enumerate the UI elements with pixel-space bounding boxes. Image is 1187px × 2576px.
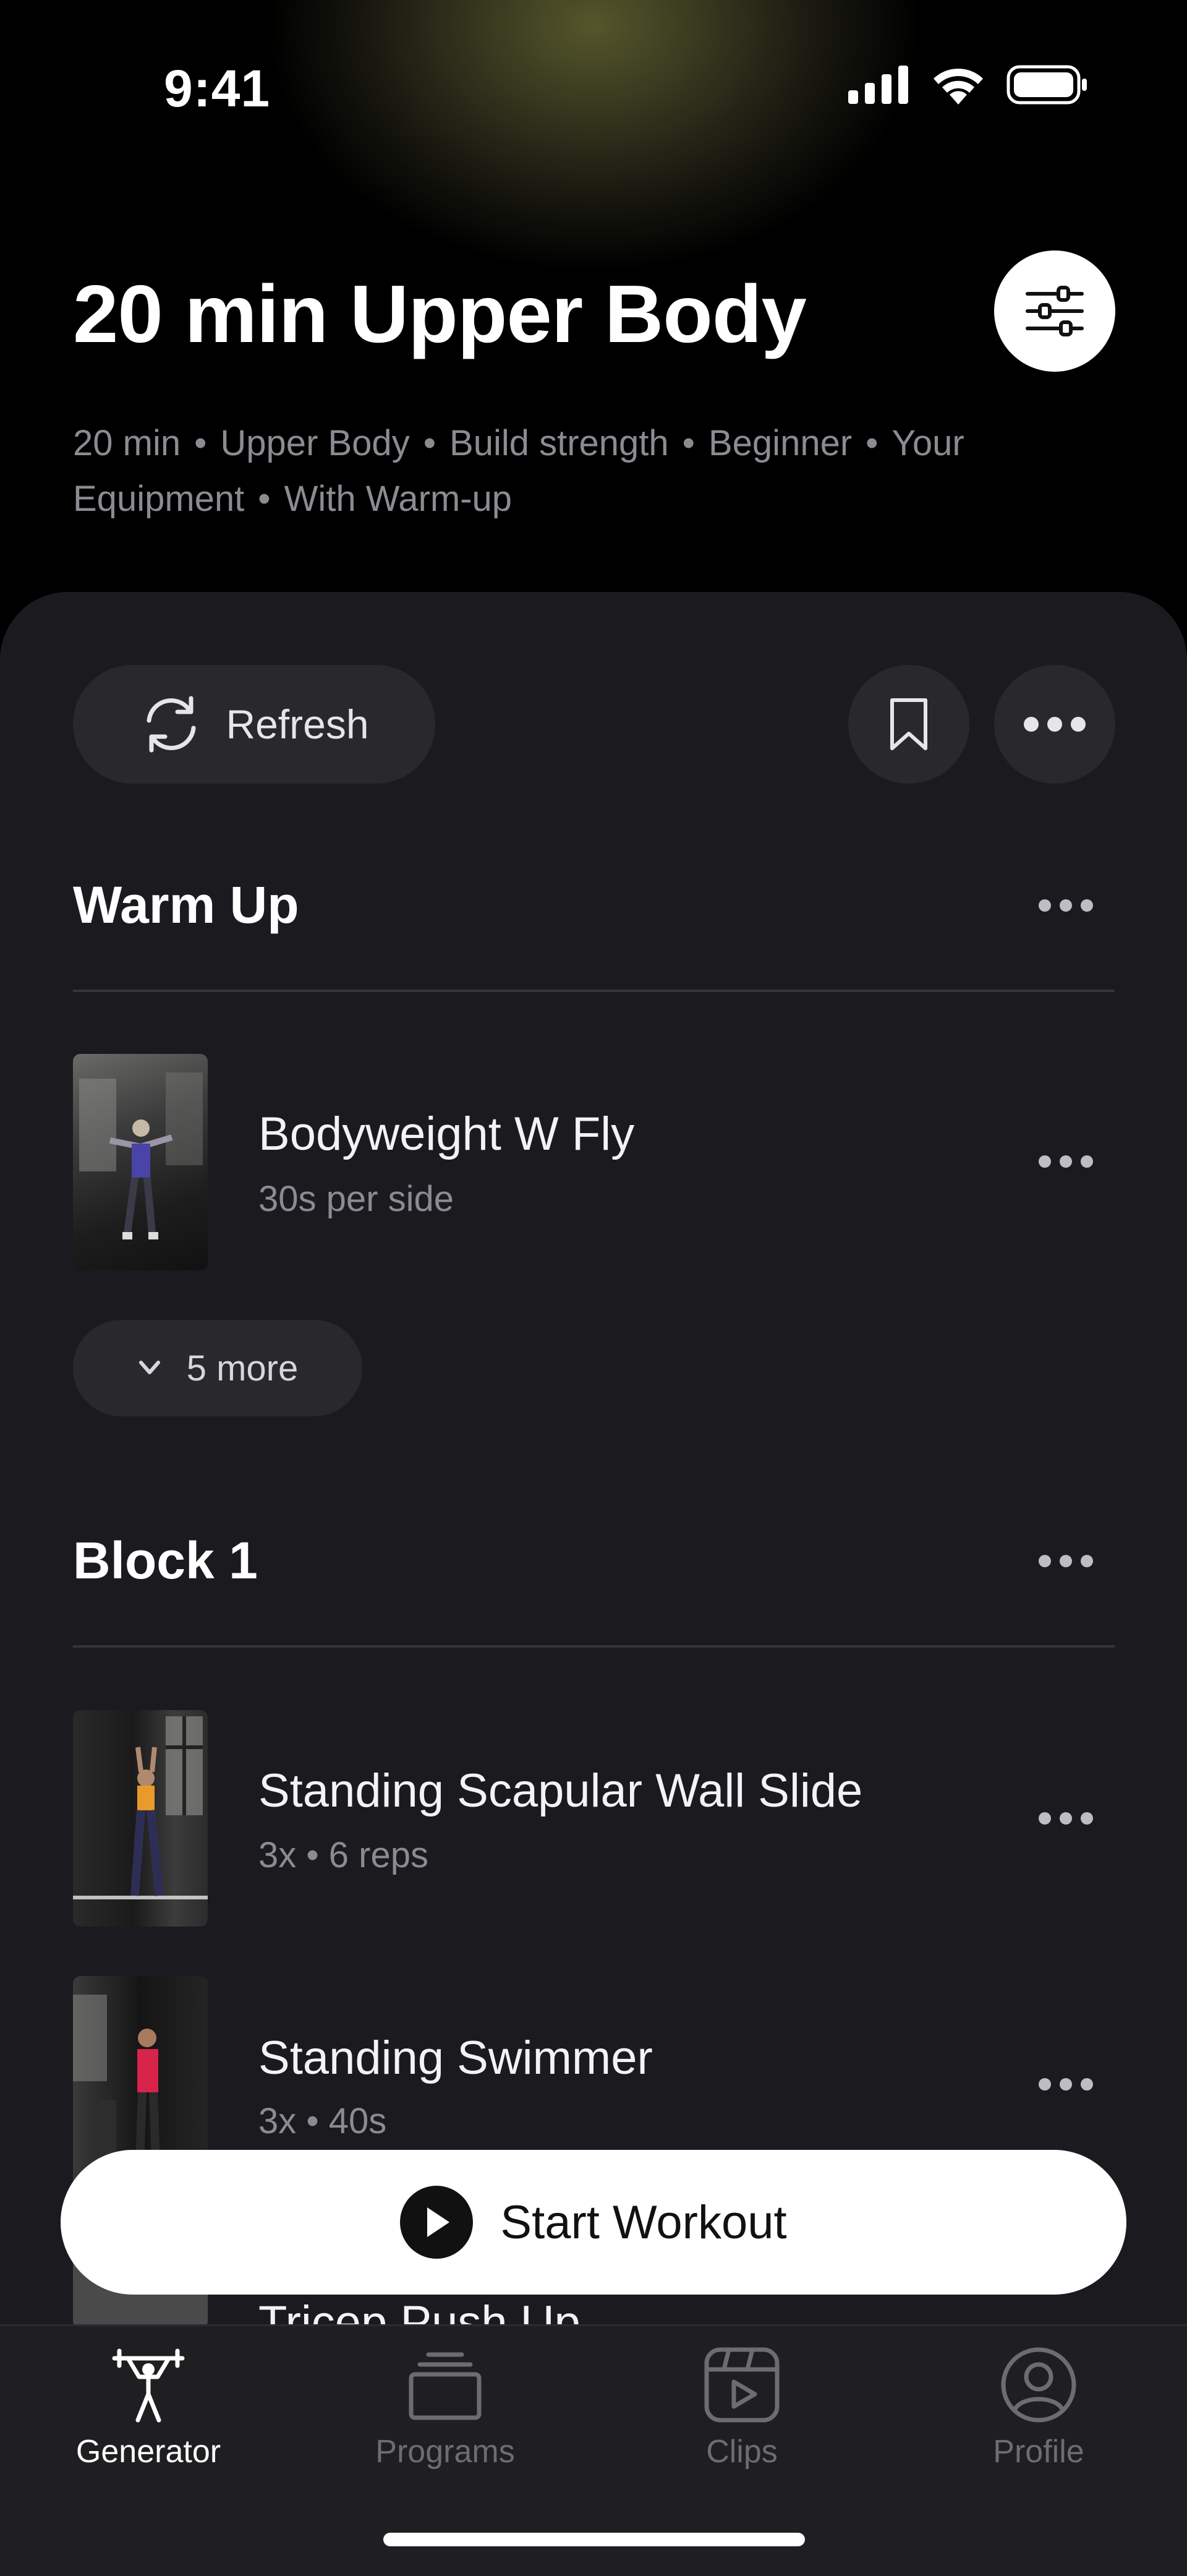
exercise-detail: 30s per side	[258, 1179, 454, 1219]
tab-label: Programs	[375, 2434, 515, 2470]
bookmark-button[interactable]	[848, 665, 969, 784]
exercise-more-button[interactable]	[1029, 1800, 1103, 1837]
tag-warmup: With Warm-up	[284, 479, 513, 519]
expand-more-label: 5 more	[186, 1348, 299, 1389]
filter-button[interactable]	[994, 250, 1115, 372]
exercise-more-button[interactable]	[1029, 1143, 1103, 1180]
divider	[73, 990, 1115, 992]
play-icon	[400, 2186, 474, 2259]
tab-generator[interactable]: Generator	[0, 2345, 297, 2470]
section-title-block1: Block 1	[73, 1531, 258, 1590]
exercise-detail: 3x • 6 reps	[258, 1835, 428, 1875]
profile-icon	[1001, 2347, 1076, 2423]
start-workout-label: Start Workout	[500, 2196, 787, 2249]
tab-label: Generator	[75, 2434, 221, 2470]
exercise-name[interactable]: Standing Scapular Wall Slide	[258, 1764, 862, 1818]
exercise-thumbnail[interactable]	[73, 1710, 208, 1927]
status-time: 9:41	[164, 59, 271, 118]
refresh-button[interactable]: Refresh	[73, 665, 435, 784]
tab-profile[interactable]: Profile	[890, 2345, 1187, 2470]
tab-label: Clips	[706, 2434, 778, 2470]
refresh-icon	[147, 696, 196, 753]
status-bar: 9:41	[0, 0, 1187, 173]
exercise-name[interactable]: Standing Swimmer	[258, 2031, 653, 2085]
expand-more-button[interactable]: 5 more	[73, 1320, 362, 1416]
battery-icon	[1006, 65, 1087, 105]
sliders-icon	[1026, 286, 1084, 336]
tag-body-part: Upper Body	[220, 423, 410, 463]
tab-clips[interactable]: Clips	[594, 2345, 890, 2470]
exercise-more-button[interactable]	[1029, 2066, 1103, 2103]
tag-level: Beginner	[708, 423, 853, 463]
warmup-more-button[interactable]	[1029, 887, 1103, 924]
video-clip-icon	[704, 2347, 780, 2423]
more-options-button[interactable]	[994, 665, 1115, 784]
block1-more-button[interactable]	[1029, 1543, 1103, 1580]
exercise-detail: 3x • 40s	[258, 2101, 387, 2141]
bookmark-icon	[890, 698, 927, 750]
tab-programs[interactable]: Programs	[297, 2345, 594, 2470]
workout-tags: 20 min • Upper Body • Build strength • Beginne…	[73, 423, 964, 519]
chevron-down-icon	[138, 1361, 160, 1374]
tag-duration: 20 min	[73, 423, 181, 463]
divider	[73, 1645, 1115, 1648]
refresh-label: Refresh	[226, 701, 369, 747]
stack-icon	[409, 2352, 482, 2420]
weightlifter-icon	[112, 2348, 185, 2423]
tag-goal: Build strength	[449, 423, 669, 463]
more-icon	[1018, 706, 1092, 743]
exercise-name[interactable]: Bodyweight W Fly	[258, 1107, 634, 1161]
exercise-thumbnail[interactable]	[73, 1054, 208, 1270]
system-icons	[848, 65, 1088, 105]
home-indicator[interactable]	[383, 2533, 805, 2546]
wifi-icon	[934, 69, 983, 105]
page-title: 20 min Upper Body	[73, 268, 807, 359]
cellular-signal-icon	[848, 66, 908, 104]
section-title-warmup: Warm Up	[73, 876, 299, 934]
start-workout-button[interactable]: Start Workout	[61, 2150, 1126, 2295]
tab-label: Profile	[993, 2434, 1084, 2470]
